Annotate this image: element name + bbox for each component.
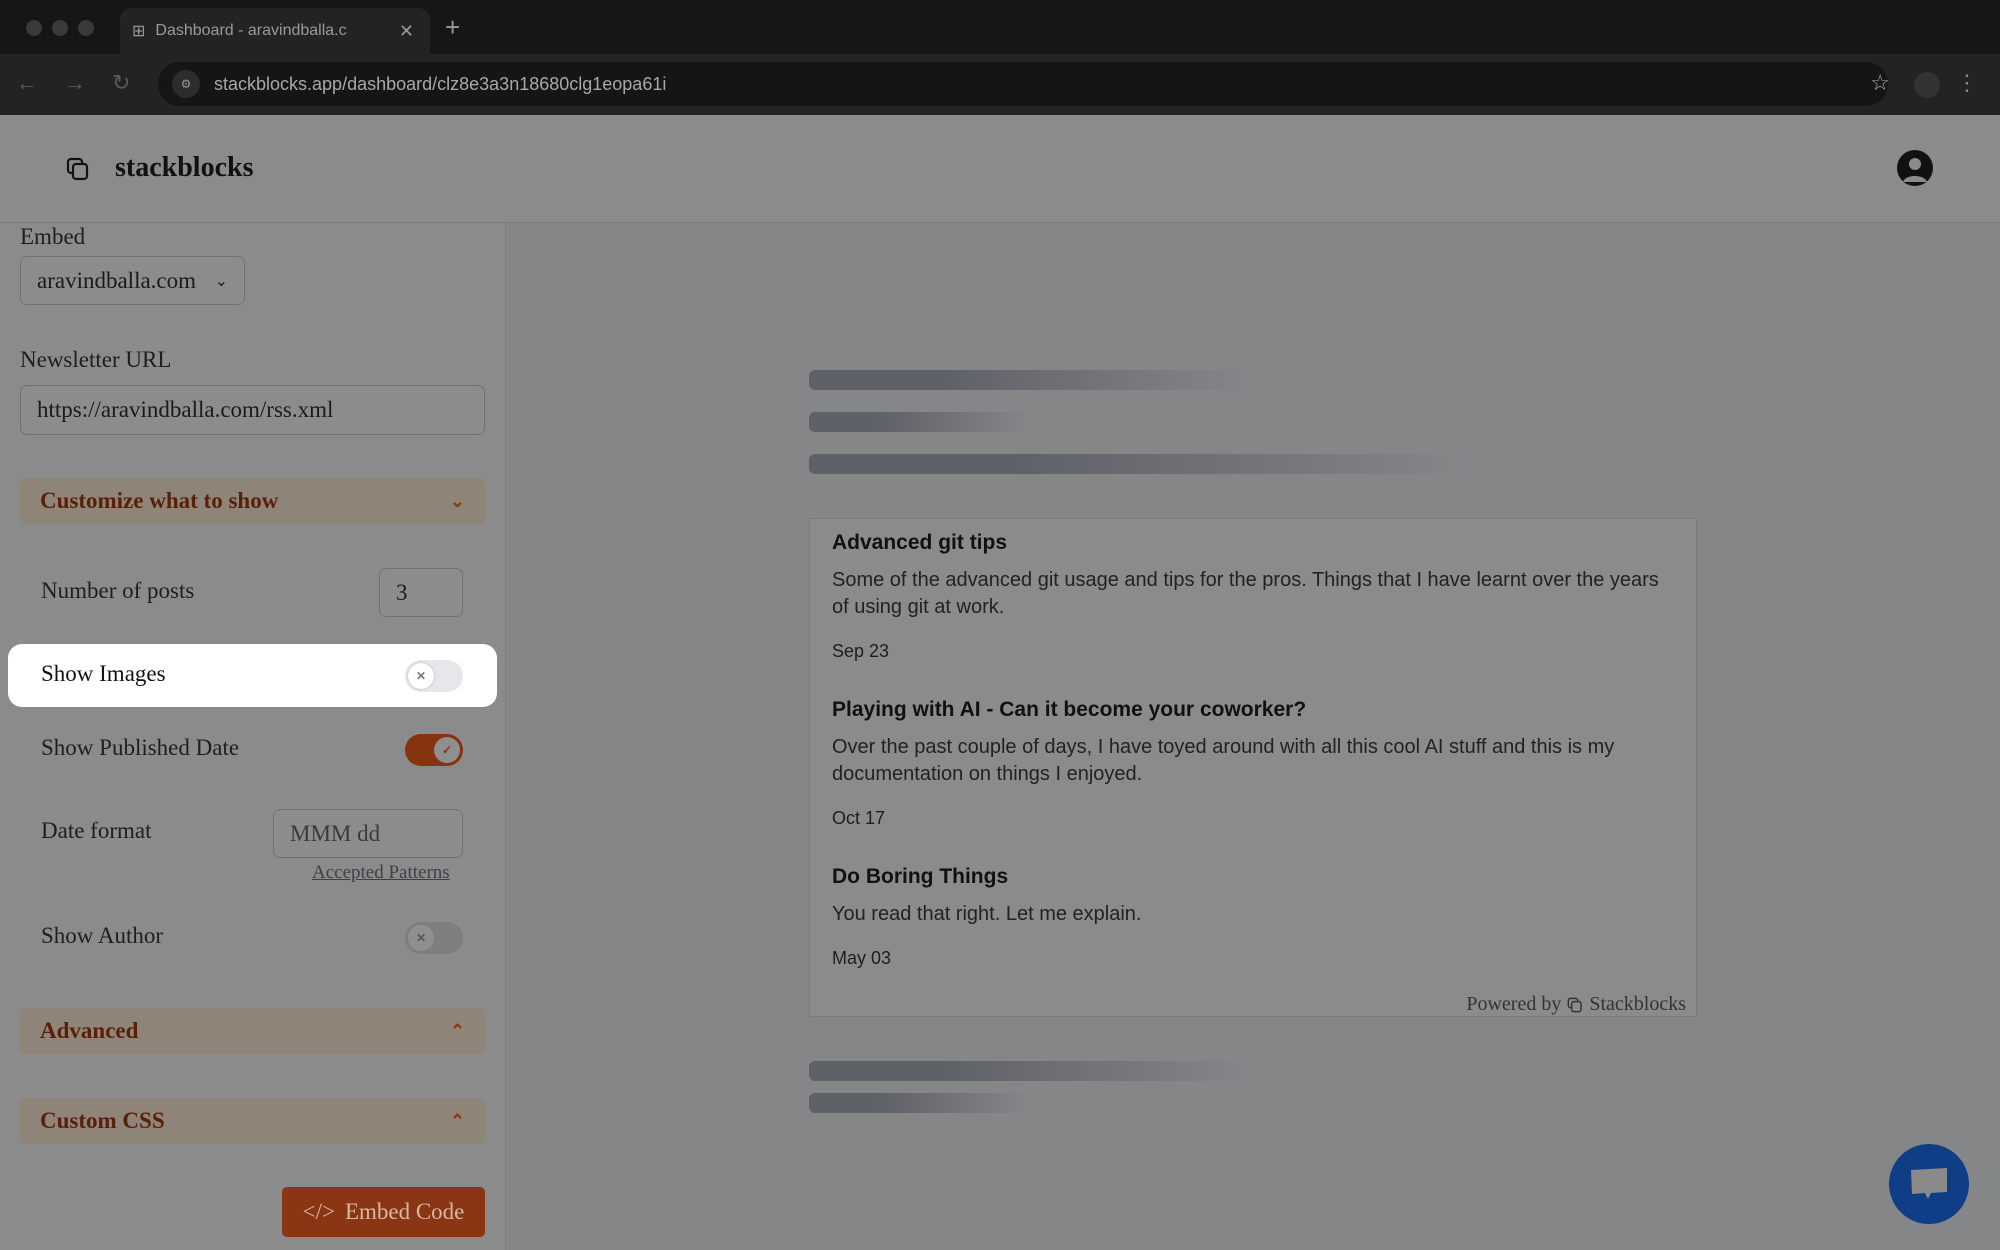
window-minimize-button[interactable]: [52, 20, 68, 36]
chevron-down-icon: ⌄: [214, 272, 228, 290]
forward-icon[interactable]: →: [64, 70, 86, 96]
powered-by-text: Powered by: [1466, 993, 1562, 1015]
reload-icon[interactable]: ↻: [112, 70, 130, 96]
browser-tab[interactable]: ⊞ Dashboard - aravindballa.c ✕: [120, 8, 430, 54]
embed-select[interactable]: aravindballa.com ⌄: [20, 256, 245, 305]
tab-close-icon[interactable]: ✕: [399, 21, 414, 42]
post-description: You read that right. Let me explain.: [832, 903, 1142, 925]
newsletter-url-label: Newsletter URL: [20, 347, 172, 372]
tab-favicon-icon: ⊞: [132, 23, 146, 40]
post-date: May 03: [832, 948, 892, 968]
post-description: Over the past couple of days, I have toy…: [832, 736, 1615, 785]
advanced-accordion[interactable]: Advanced ⌃: [20, 1008, 485, 1054]
date-format-label: Date format: [41, 818, 152, 843]
skeleton-line: [809, 412, 1032, 432]
number-of-posts-input[interactable]: 3: [379, 568, 463, 617]
url-text: stackblocks.app/dashboard/clz8e3a3n18680…: [214, 73, 667, 94]
powered-by-brand: Stackblocks: [1589, 993, 1686, 1015]
user-avatar-icon[interactable]: [1897, 150, 1933, 186]
embed-code-label: Embed Code: [344, 1199, 465, 1224]
skeleton-line: [809, 1093, 1032, 1113]
powered-by[interactable]: Powered by Stackblocks: [1466, 993, 1686, 1016]
number-of-posts-label: Number of posts: [41, 578, 195, 603]
tab-title: Dashboard - aravindballa.c: [155, 22, 347, 39]
x-icon: ✕: [408, 663, 434, 689]
new-tab-button[interactable]: +: [445, 12, 460, 43]
skeleton-line: [809, 370, 1249, 390]
bookmark-star-icon[interactable]: ☆: [1870, 70, 1890, 96]
post-title[interactable]: Playing with AI - Can it become your cow…: [832, 698, 1306, 722]
code-icon: </>: [302, 1199, 335, 1224]
window-maximize-button[interactable]: [78, 20, 94, 36]
check-icon: ✓: [434, 737, 460, 763]
back-icon[interactable]: ←: [16, 70, 38, 96]
chat-button[interactable]: [1889, 1144, 1969, 1224]
advanced-label: Advanced: [40, 1018, 139, 1043]
embed-select-value: aravindballa.com: [37, 267, 197, 293]
browser-menu-icon[interactable]: ⋮: [1956, 70, 1978, 96]
accepted-patterns-link[interactable]: Accepted Patterns: [312, 862, 450, 884]
show-author-label: Show Author: [41, 923, 164, 948]
newsletter-url-input[interactable]: https://aravindballa.com/rss.xml: [20, 385, 485, 435]
url-bar[interactable]: ⚙ stackblocks.app/dashboard/clz8e3a3n186…: [158, 62, 1888, 106]
app-header: [0, 115, 2000, 223]
show-published-date-toggle[interactable]: ✓: [405, 734, 463, 766]
post-date: Oct 17: [832, 808, 886, 828]
newsletter-preview-card: Advanced git tips Some of the advanced g…: [809, 518, 1697, 1017]
x-icon: ✕: [408, 925, 434, 951]
chevron-up-icon: ⌃: [449, 1110, 465, 1131]
post-date: Sep 23: [832, 641, 890, 661]
stackblocks-logo-icon: [1567, 997, 1583, 1012]
show-published-date-label: Show Published Date: [41, 735, 240, 760]
site-settings-icon[interactable]: ⚙: [172, 70, 200, 98]
stackblocks-logo-icon: [66, 157, 89, 181]
post-title[interactable]: Do Boring Things: [832, 865, 1008, 889]
embed-code-button[interactable]: </> Embed Code: [282, 1187, 485, 1237]
chat-bubble-icon: [1911, 1168, 1947, 1199]
post-title[interactable]: Advanced git tips: [832, 531, 1007, 555]
show-images-label: Show Images: [41, 661, 166, 686]
window-close-button[interactable]: [26, 20, 42, 36]
skeleton-line: [809, 454, 1472, 474]
customize-label: Customize what to show: [40, 488, 279, 513]
brand-name: stackblocks: [115, 152, 254, 183]
show-author-toggle[interactable]: ✕: [405, 922, 463, 954]
chevron-down-icon: ⌄: [449, 490, 465, 511]
skeleton-line: [809, 1061, 1249, 1081]
embed-label: Embed: [20, 224, 86, 249]
chevron-up-icon: ⌃: [449, 1020, 465, 1041]
custom-css-accordion[interactable]: Custom CSS ⌃: [20, 1098, 485, 1144]
customize-accordion[interactable]: Customize what to show ⌄: [20, 478, 485, 524]
date-format-input[interactable]: MMM dd: [273, 809, 463, 858]
post-description: Some of the advanced git usage and tips …: [832, 569, 1659, 618]
show-images-toggle[interactable]: ✕: [405, 660, 463, 692]
browser-profile-icon[interactable]: [1914, 72, 1940, 98]
custom-css-label: Custom CSS: [40, 1108, 165, 1133]
